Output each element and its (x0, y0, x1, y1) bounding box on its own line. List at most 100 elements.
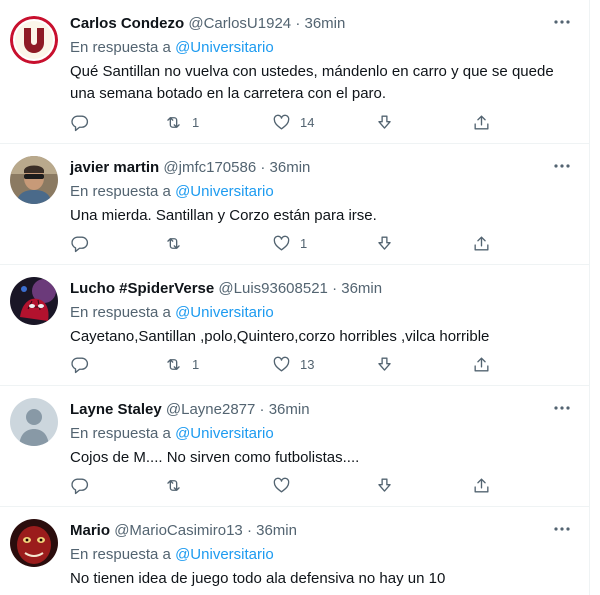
display-name[interactable]: Carlos Condezo (70, 15, 184, 32)
reply-feed: Carlos Condezo @CarlosU1924 · 36min En r… (0, 0, 590, 595)
replying-to: En respuesta a @Universitario (70, 38, 274, 58)
user-handle[interactable]: @MarioCasimiro13 (114, 522, 243, 539)
tweet[interactable]: Layne Staley @Layne2877 · 36min En respu… (0, 386, 590, 507)
replying-to-label: En respuesta a (70, 304, 171, 321)
tweet-text: Cojos de M.... No sirven como futbolista… (70, 449, 360, 466)
like-count: 13 (300, 356, 315, 372)
heart-icon (273, 477, 290, 493)
tweet-header: Carlos Condezo @CarlosU1924 · 36min (70, 14, 550, 34)
replying-to: En respuesta a @Universitario (70, 182, 274, 202)
timestamp[interactable]: 36min (304, 15, 345, 32)
retweet-icon (167, 237, 180, 249)
more-options-icon[interactable] (552, 12, 572, 32)
avatar[interactable] (10, 156, 58, 204)
mention-link[interactable]: @Universitario (175, 183, 274, 200)
retweet-icon (167, 358, 180, 370)
upload-button[interactable] (472, 353, 491, 375)
like-button[interactable]: 13 (272, 353, 314, 375)
upload-button[interactable] (472, 474, 491, 496)
tweet-text: Cayetano,Santillan ,polo,Quintero,corzo … (70, 328, 490, 345)
heart-icon (273, 356, 290, 372)
tweet[interactable]: javier martin @jmfc170586 · 36min En res… (0, 144, 590, 265)
user-handle[interactable]: @CarlosU1924 (188, 15, 291, 32)
retweet-icon (167, 479, 180, 491)
like-count: 14 (300, 114, 315, 130)
retweet-button[interactable]: 1 (164, 353, 199, 375)
mention-link[interactable]: @Universitario (175, 546, 274, 563)
reply-icon (71, 356, 89, 373)
retweet-button[interactable] (164, 232, 192, 254)
share-down-icon (378, 356, 391, 371)
more-options-icon[interactable] (552, 519, 572, 539)
upload-button[interactable] (472, 232, 491, 254)
upload-icon (474, 235, 489, 251)
retweet-count: 1 (192, 356, 200, 372)
reply-button[interactable] (70, 111, 98, 133)
separator-dot: · (332, 280, 338, 297)
timestamp[interactable]: 36min (341, 280, 382, 297)
reply-button[interactable] (70, 232, 98, 254)
like-button[interactable]: 1 (272, 232, 307, 254)
display-name[interactable]: Mario (70, 522, 110, 539)
timestamp[interactable]: 36min (269, 401, 310, 418)
separator-dot: · (295, 15, 301, 32)
timestamp[interactable]: 36min (270, 159, 311, 176)
tweet-header: Lucho #SpiderVerse @Luis93608521 · 36min (70, 279, 550, 299)
reply-icon (71, 114, 89, 131)
retweet-icon (167, 116, 180, 128)
replying-to-label: En respuesta a (70, 183, 171, 200)
tweet[interactable]: Mario @MarioCasimiro13 · 36min En respue… (0, 507, 590, 595)
user-handle[interactable]: @Luis93608521 (218, 280, 327, 297)
tweet-actions: 1 (70, 232, 500, 254)
user-handle[interactable]: @jmfc170586 (163, 159, 256, 176)
reply-button[interactable] (70, 353, 98, 375)
like-button[interactable] (272, 474, 300, 496)
retweet-button[interactable]: 1 (164, 111, 199, 133)
display-name[interactable]: javier martin (70, 159, 159, 176)
share-down-icon (378, 477, 391, 492)
mention-link[interactable]: @Universitario (175, 39, 274, 56)
tweet-actions (70, 474, 500, 496)
more-options-icon[interactable] (552, 156, 572, 176)
reply-icon (71, 235, 89, 252)
share-button[interactable] (375, 111, 394, 133)
universitario-logo-icon (10, 16, 58, 64)
display-name[interactable]: Layne Staley (70, 401, 162, 418)
avatar[interactable] (10, 16, 58, 64)
user-handle[interactable]: @Layne2877 (166, 401, 255, 418)
upload-icon (474, 477, 489, 493)
like-count: 1 (300, 235, 308, 251)
replying-to: En respuesta a @Universitario (70, 545, 274, 565)
tweet-header: Mario @MarioCasimiro13 · 36min (70, 521, 550, 541)
avatar[interactable] (10, 519, 58, 567)
share-down-icon (378, 235, 391, 250)
share-button[interactable] (375, 474, 394, 496)
mention-link[interactable]: @Universitario (175, 425, 274, 442)
more-options-icon[interactable] (552, 398, 572, 418)
avatar[interactable] (10, 277, 58, 325)
tweet-text: No tienen idea de juego todo ala defensi… (70, 570, 446, 587)
separator-dot: · (260, 159, 266, 176)
tweet[interactable]: Lucho #SpiderVerse @Luis93608521 · 36min… (0, 265, 590, 386)
retweet-button[interactable] (164, 474, 192, 496)
upload-button[interactable] (472, 111, 491, 133)
tweet-text: Una mierda. Santillan y Corzo están para… (70, 207, 377, 224)
share-button[interactable] (375, 232, 394, 254)
default-user-avatar-icon (10, 398, 58, 446)
tweet-text: Qué Santillan no vuelva con ustedes, mán… (70, 63, 554, 102)
replying-to-label: En respuesta a (70, 425, 171, 442)
heart-icon (273, 114, 290, 130)
display-name[interactable]: Lucho #SpiderVerse (70, 280, 214, 297)
heart-icon (273, 235, 290, 251)
reply-button[interactable] (70, 474, 98, 496)
tweet[interactable]: Carlos Condezo @CarlosU1924 · 36min En r… (0, 0, 590, 144)
upload-icon (474, 356, 489, 372)
like-button[interactable]: 14 (272, 111, 314, 133)
mention-link[interactable]: @Universitario (175, 304, 274, 321)
separator-dot: · (259, 401, 265, 418)
timestamp[interactable]: 36min (256, 522, 297, 539)
avatar[interactable] (10, 398, 58, 446)
share-button[interactable] (375, 353, 394, 375)
upload-icon (474, 114, 489, 130)
tweet-header: javier martin @jmfc170586 · 36min (70, 158, 550, 178)
